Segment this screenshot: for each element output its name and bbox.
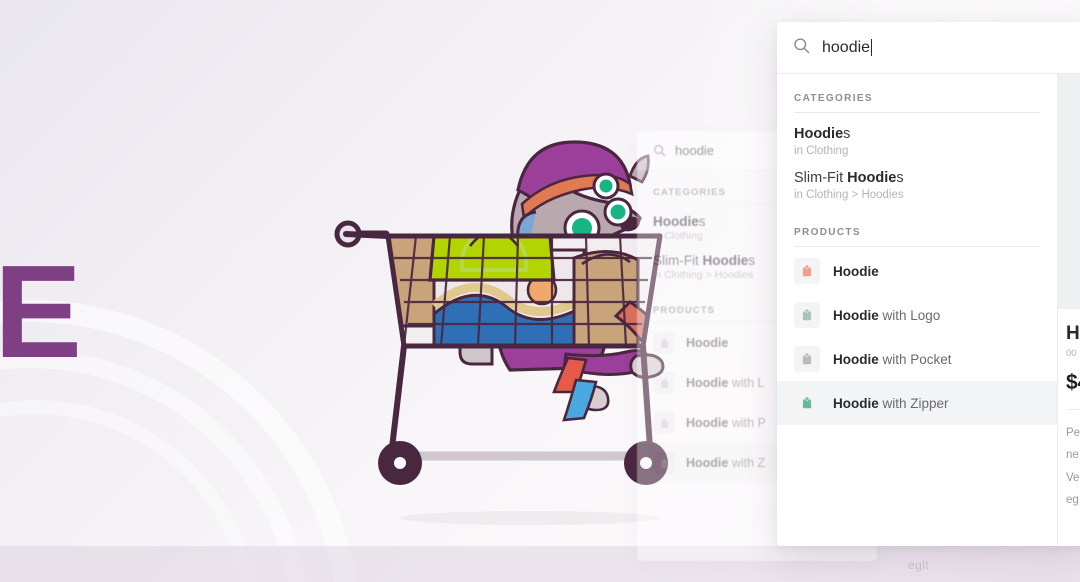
ghost-search-value: hoodie [675,143,715,158]
search-icon [793,37,810,59]
category-result-breadcrumb: in Clothing > Hoodies [794,189,904,202]
dropdown-panes: CATEGORIES Hoodies in Clothing Slim-Fit Ho… [777,74,1080,546]
search-input[interactable]: hoodie [822,38,873,56]
search-input-value: hoodie [822,38,871,56]
search-bar[interactable]: hoodie [777,22,1080,74]
search-icon [654,145,666,157]
product-results-list: Hoodie Hoodie with Logo Hoodie with Pocket… [777,249,1057,426]
ghost-product-name: Hoodie with Z [686,456,766,470]
product-result-item[interactable]: Hoodie [777,249,1057,293]
preview-divider [1066,409,1080,410]
category-result-title: Hoodies [794,126,851,142]
hoodie-thumb-green-icon [794,390,820,417]
product-result-name: Hoodie [833,263,879,279]
ghost-product-name: Hoodie [686,336,729,350]
hero-headline: arch LL ORE [0,46,360,386]
hero-line-1: LL [0,124,360,245]
search-results-column: CATEGORIES Hoodies in Clothing Slim-Fit Ho… [777,74,1058,546]
category-result-item[interactable]: Hoodies in Clothing [777,115,1057,159]
category-result-title: Slim-Fit Hoodies [794,170,904,187]
categories-divider [794,112,1040,113]
categories-section-label: CATEGORIES [794,93,873,104]
product-preview-image [1058,74,1080,309]
product-preview-column: H 00 $4 Pe ne Ve eg [1058,74,1080,546]
product-preview-details: H 00 $4 Pe ne Ve eg [1058,309,1080,546]
category-result-breadcrumb: in Clothing [794,145,849,158]
preview-description-line: Pe [1066,427,1080,439]
shopping-cart [334,220,668,485]
ghost-hoodie-thumb-icon [653,452,675,474]
preview-description-line: ne [1066,449,1079,462]
hoodie-thumb-grey-icon [794,346,820,373]
category-result-item[interactable]: Slim-Fit Hoodies in Clothing > Hoodies [777,159,1057,203]
text-caret [871,39,873,56]
hero-eyebrow: arch [0,46,360,98]
preview-product-sku: 00 [1066,348,1077,359]
preview-description-line: eg [1066,494,1079,507]
category-results-list: Hoodies in Clothing Slim-Fit Hoodies in Clo… [777,115,1057,203]
ghost-hoodie-thumb-icon [653,332,675,354]
ghost-product-name: Hoodie with P [686,416,766,430]
preview-product-description: Pe ne Ve eg [1066,422,1080,512]
product-result-name: Hoodie with Zipper [833,395,949,411]
mascot-in-shopping-cart-illustration [330,118,690,548]
preview-product-title: H [1066,323,1080,344]
product-result-name: Hoodie with Pocket [833,351,952,367]
product-result-name: Hoodie with Logo [833,307,941,323]
hero-line-2: ORE [0,238,82,386]
product-result-item[interactable]: Hoodie with Pocket [777,337,1057,381]
ghost-hoodie-thumb-icon [653,372,675,394]
products-section-label: PRODUCTS [794,227,861,239]
page-root: arch LL ORE [0,0,1080,582]
search-dropdown-card: hoodie CATEGORIES Hoodies in Clothing Slim… [777,22,1080,546]
preview-product-price: $4 [1066,371,1080,394]
products-divider [794,246,1040,248]
footer-watermark: eglt [908,558,929,572]
preview-description-line: Ve [1066,471,1080,484]
ghost-product-name: Hoodie with L [686,376,765,390]
hoodie-thumb-salmon-icon [794,258,820,285]
hoodie-thumb-teal-icon [794,302,820,329]
ghost-hoodie-thumb-icon [653,412,675,434]
product-result-item[interactable]: Hoodie with Zipper [777,381,1057,426]
product-result-item[interactable]: Hoodie with Logo [777,293,1057,337]
